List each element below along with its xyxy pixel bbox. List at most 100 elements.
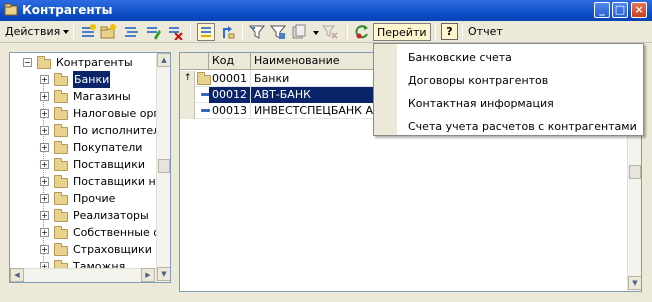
scroll-up-icon[interactable]: ▲ <box>157 53 170 67</box>
column-header-name[interactable]: Наименование <box>251 53 377 70</box>
toolbar-separator <box>347 24 348 40</box>
chevron-down-icon <box>63 30 70 34</box>
scroll-right-icon[interactable]: ▶ <box>141 268 155 282</box>
collapse-icon[interactable]: − <box>23 58 32 67</box>
expand-icon[interactable]: + <box>40 143 49 152</box>
scroll-thumb[interactable] <box>629 165 641 179</box>
goto-menu-item[interactable]: Договоры контрагентов <box>408 70 548 92</box>
column-header-code-label: Код <box>212 54 235 67</box>
delete-mark-icon[interactable] <box>167 24 183 40</box>
tree-item-label: Прочие <box>73 192 116 205</box>
actions-menu-label: Действия <box>5 25 61 38</box>
tree-item[interactable]: + Банки <box>10 71 156 88</box>
tree-item-label: Поставщики <box>73 158 145 171</box>
group-tree[interactable]: − Контрагенты + Банки + Магазины + Налоговые … <box>9 52 171 283</box>
help-button[interactable]: ? <box>441 23 458 40</box>
minimize-button[interactable]: _ <box>594 2 610 18</box>
folder-icon <box>54 226 68 239</box>
expand-icon[interactable]: + <box>40 177 49 186</box>
app-icon <box>4 3 18 16</box>
expand-icon[interactable]: + <box>40 245 49 254</box>
goto-menu-item[interactable]: Банковские счета <box>408 47 512 69</box>
toolbar-separator <box>462 24 463 40</box>
expand-icon[interactable]: + <box>40 160 49 169</box>
tree-item[interactable]: + Покупатели <box>10 139 156 156</box>
tree-root[interactable]: − Контрагенты <box>10 54 160 71</box>
clear-filter-icon <box>322 25 338 39</box>
folder-icon <box>54 73 68 86</box>
toolbar: Действия Перейти ? Отчет <box>0 21 652 53</box>
expand-icon[interactable]: + <box>40 194 49 203</box>
tree-hscrollbar[interactable] <box>10 268 156 282</box>
tree-item[interactable]: + Прочие <box>10 190 156 207</box>
tree-item[interactable]: + Собственные ор <box>10 224 167 241</box>
tree-item-label: Банки <box>73 71 111 88</box>
report-button[interactable]: Отчет <box>468 23 503 41</box>
tree-item-label: Страховщики <box>73 243 152 256</box>
tree-item-label: Покупатели <box>73 141 143 154</box>
title-bar: Контрагенты _ □ × <box>0 0 652 21</box>
filter-icon[interactable] <box>249 24 265 40</box>
cell-name: Банки <box>251 71 377 87</box>
tree-item[interactable]: + Поставщики <box>10 156 156 173</box>
actions-menu-button[interactable]: Действия <box>5 23 70 41</box>
tree-root-label: Контрагенты <box>56 56 133 69</box>
tree-item[interactable]: + Поставщики на <box>10 173 162 190</box>
level-up-icon[interactable] <box>219 24 235 40</box>
folder-icon <box>54 192 68 205</box>
close-button[interactable]: × <box>631 2 647 18</box>
cell-name: ИНВЕСТСПЕЦБАНК АК <box>251 103 377 119</box>
copy-icon[interactable] <box>123 24 139 40</box>
window-title: Контрагенты <box>22 3 113 17</box>
folder-icon <box>54 107 68 120</box>
tree-item[interactable]: + Налоговые орга <box>10 105 166 122</box>
cell-code: 00001 <box>209 71 251 87</box>
scroll-thumb[interactable] <box>158 159 170 173</box>
column-header-code[interactable]: Код <box>209 53 251 70</box>
folder-icon <box>54 124 68 137</box>
tree-scrollbar[interactable]: ▲ ▼ <box>156 53 170 282</box>
tree-item[interactable]: + Реализаторы <box>10 207 156 224</box>
refresh-icon[interactable] <box>354 24 370 40</box>
report-label: Отчет <box>468 25 503 38</box>
tree-item[interactable]: + По исполнитель <box>10 122 167 139</box>
cell-code: 00012 <box>209 87 251 103</box>
tree-item[interactable]: + Страховщики <box>10 241 156 258</box>
tree-item-label: По исполнитель <box>73 124 167 137</box>
folder-icon <box>37 56 51 69</box>
goto-dropdown-menu: Банковские счета Договоры контрагентов Кон… <box>373 43 644 136</box>
filter-by-value-icon[interactable] <box>270 24 286 40</box>
help-label: ? <box>446 25 453 38</box>
tree-item[interactable]: + Магазины <box>10 88 156 105</box>
row-marker <box>180 87 195 103</box>
add-group-icon[interactable] <box>100 24 116 40</box>
goto-menu-item[interactable]: Счета учета расчетов с контрагентами <box>408 116 637 138</box>
cell-code: 00013 <box>209 103 251 119</box>
goto-menu-label: Перейти <box>377 26 427 39</box>
tree-item-label: Магазины <box>73 90 131 103</box>
folder-icon <box>54 209 68 222</box>
scroll-down-icon[interactable]: ▼ <box>157 267 170 281</box>
tree-item-label: Поставщики на <box>73 175 163 188</box>
add-item-icon[interactable] <box>80 24 96 40</box>
toolbar-separator <box>73 24 74 40</box>
scroll-down-icon[interactable]: ▼ <box>628 276 641 290</box>
chevron-down-icon[interactable] <box>313 31 319 35</box>
hierarchy-toggle-icon[interactable] <box>197 23 215 41</box>
expand-icon[interactable]: + <box>40 75 49 84</box>
goto-menu-item[interactable]: Контактная информация <box>408 93 554 115</box>
expand-icon[interactable]: + <box>40 92 49 101</box>
filter-history-icon[interactable] <box>292 24 308 40</box>
menu-icon-strip <box>374 44 397 135</box>
column-header-name-label: Наименование <box>254 54 340 67</box>
header-marker-cell <box>180 53 209 70</box>
scroll-left-icon[interactable]: ◀ <box>10 268 24 282</box>
expand-icon[interactable]: + <box>40 211 49 220</box>
maximize-button[interactable]: □ <box>612 2 628 18</box>
tree-item-label: Реализаторы <box>73 209 149 222</box>
expand-icon[interactable]: + <box>40 126 49 135</box>
edit-icon[interactable] <box>145 24 161 40</box>
expand-icon[interactable]: + <box>40 109 49 118</box>
expand-icon[interactable]: + <box>40 228 49 237</box>
goto-menu-button[interactable]: Перейти <box>373 23 431 53</box>
